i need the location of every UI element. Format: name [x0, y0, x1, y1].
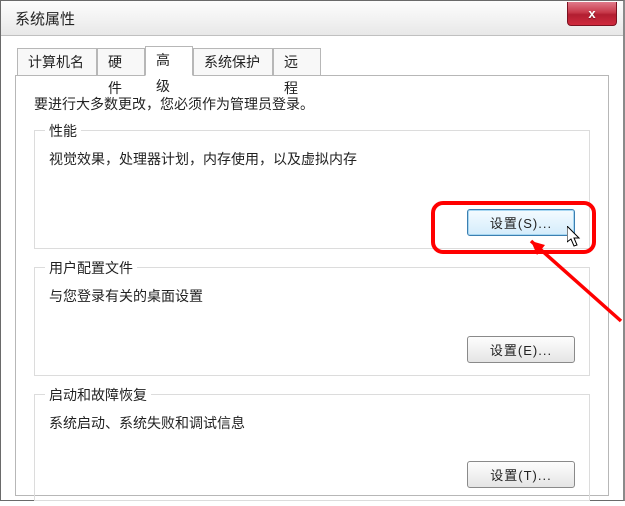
group-startup-recovery-desc: 系统启动、系统失败和调试信息 [49, 413, 575, 433]
user-profiles-settings-button[interactable]: 设置(E)... [467, 336, 575, 363]
tab-computer-name[interactable]: 计算机名 [17, 48, 97, 76]
tab-system-protection[interactable]: 系统保护 [193, 48, 273, 76]
client-area: 计算机名 硬件 高级 系统保护 远程 要进行大多数更改，您必须作为管理员登录。 … [1, 36, 623, 506]
group-user-profiles-desc: 与您登录有关的桌面设置 [49, 286, 575, 306]
group-user-profiles: 用户配置文件 与您登录有关的桌面设置 设置(E)... [34, 267, 590, 376]
group-user-profiles-title: 用户配置文件 [45, 258, 137, 278]
group-performance: 性能 视觉效果，处理器计划，内存使用，以及虚拟内存 设置(S)... [34, 130, 590, 249]
tab-remote[interactable]: 远程 [273, 48, 321, 76]
system-properties-window: 系统属性 x 计算机名 硬件 高级 系统保护 远程 要进行大多数更改，您必须作为… [0, 0, 625, 501]
startup-recovery-settings-button[interactable]: 设置(T)... [467, 461, 575, 488]
tab-hardware[interactable]: 硬件 [97, 48, 145, 76]
titlebar: 系统属性 x [1, 1, 623, 36]
group-startup-recovery-button-row: 设置(T)... [49, 461, 575, 488]
group-startup-recovery: 启动和故障恢复 系统启动、系统失败和调试信息 设置(T)... [34, 394, 590, 501]
close-icon: x [588, 6, 595, 21]
window-title: 系统属性 [15, 8, 75, 29]
group-performance-title: 性能 [45, 121, 81, 141]
tab-row: 计算机名 硬件 高级 系统保护 远程 [15, 46, 609, 76]
tab-page-advanced: 要进行大多数更改，您必须作为管理员登录。 性能 视觉效果，处理器计划，内存使用，… [15, 76, 609, 496]
group-user-profiles-button-row: 设置(E)... [49, 336, 575, 363]
group-startup-recovery-title: 启动和故障恢复 [45, 385, 151, 405]
performance-settings-button[interactable]: 设置(S)... [467, 209, 575, 236]
close-button[interactable]: x [567, 2, 617, 26]
group-performance-button-row: 设置(S)... [49, 209, 575, 236]
group-performance-desc: 视觉效果，处理器计划，内存使用，以及虚拟内存 [49, 149, 575, 169]
tab-advanced[interactable]: 高级 [145, 46, 193, 76]
